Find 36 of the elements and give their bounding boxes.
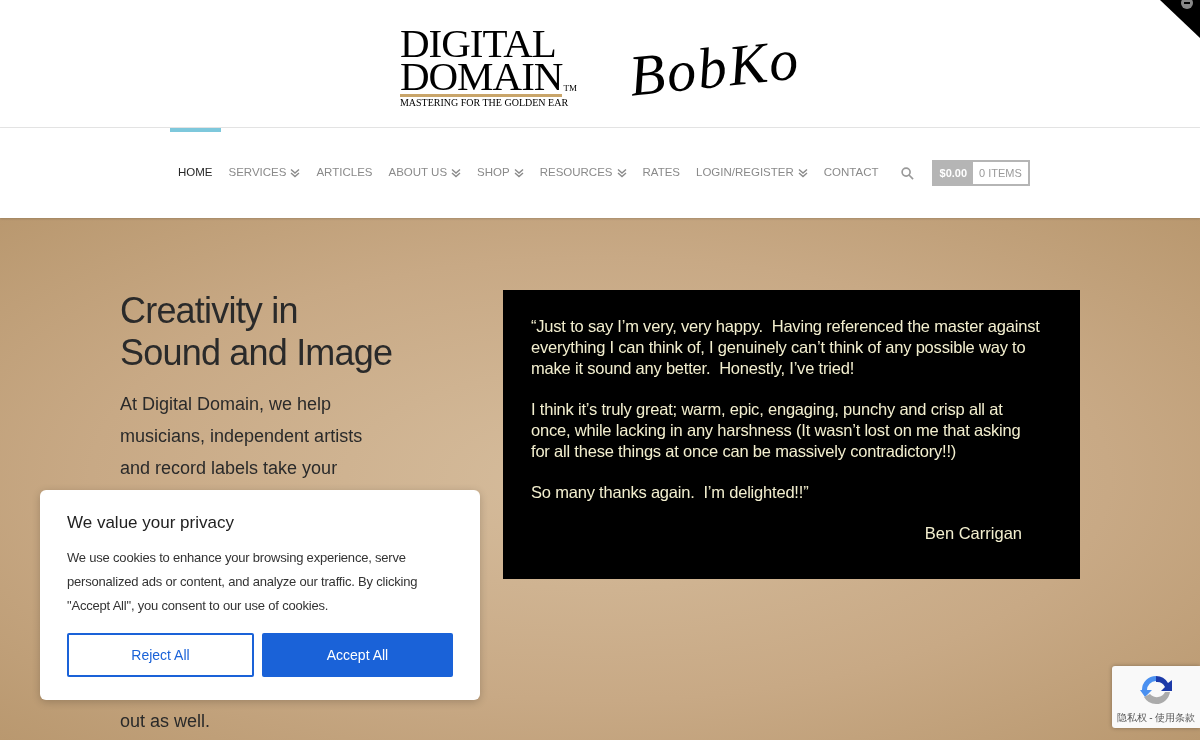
nav-link[interactable]: RATES xyxy=(634,128,688,218)
intro-text: musicians, independent artists xyxy=(120,425,364,448)
signature-logo[interactable]: BobKo xyxy=(624,15,805,120)
hero-heading: Sound and Image xyxy=(120,332,394,374)
close-icon xyxy=(1181,0,1193,9)
nav-link[interactable]: SERVICES xyxy=(220,128,309,218)
intro-text: and record labels take your xyxy=(120,457,339,480)
cookie-title: We value your privacy xyxy=(67,512,235,534)
site-logo[interactable]: DIGITAL DOMAINTM MASTERING FOR THE GOLDEN EAR xyxy=(399,26,577,109)
nav-link[interactable]: HOME xyxy=(170,128,221,218)
cart-count: 0 ITEMS xyxy=(978,165,1023,181)
testimonial-text: I think it’s truly great; warm, epic, engaging, punchy and crisp all at once, while lacking in any harshness (It wasn’t lost on me that asking for all these things at once can be massively contradictory!!) xyxy=(531,399,1022,462)
testimonial-text: “Just to say I’m very, very happy. Having referenced the master against everything I can think of, I genuinely can’t think of any possible way to make it sound any better. Honestly, I’ve tried! xyxy=(531,316,1041,379)
accept-all-button[interactable]: Accept All xyxy=(262,633,453,677)
testimonial-author: Ben Carrigan xyxy=(924,523,1022,544)
logo-title: DOMAIN xyxy=(399,58,563,93)
logo-tagline: MASTERING FOR THE GOLDEN EAR xyxy=(399,96,569,109)
privacy-terms-links[interactable]: 隐私权 - 使用条款 xyxy=(1116,710,1196,725)
cookie-message: We use cookies to enhance your browsing experience, serve personalized ads or content, and analyze our traffic. By clicking "Accept All", you consent to our use of cookies. xyxy=(67,549,419,615)
nav-link[interactable]: SHOP xyxy=(469,128,532,218)
nav-link[interactable]: ARTICLES xyxy=(308,128,381,218)
reject-all-button[interactable]: Reject All xyxy=(67,633,254,677)
trademark: TM xyxy=(563,82,577,93)
intro-text: At Digital Domain, we help xyxy=(120,393,333,416)
nav-link[interactable]: CONTACT xyxy=(815,128,887,218)
nav-link[interactable]: RESOURCES xyxy=(531,128,635,218)
hero-heading: Creativity in xyxy=(120,290,299,332)
logo-title: DIGITAL xyxy=(399,26,556,59)
nav-link[interactable]: ABOUT US xyxy=(380,128,470,218)
cart-total: $0.00 xyxy=(933,162,974,184)
intro-text: out as well. xyxy=(120,710,212,733)
testimonial-text: So many thanks again. I’m delighted!!” xyxy=(531,482,810,503)
nav-link[interactable]: LOGIN/REGISTER xyxy=(688,128,816,218)
recaptcha-badge[interactable]: 隐私权 - 使用条款 xyxy=(1112,666,1200,728)
cart-button[interactable]: $0.00 0 ITEMS xyxy=(931,160,1030,186)
search-icon[interactable] xyxy=(900,166,914,180)
